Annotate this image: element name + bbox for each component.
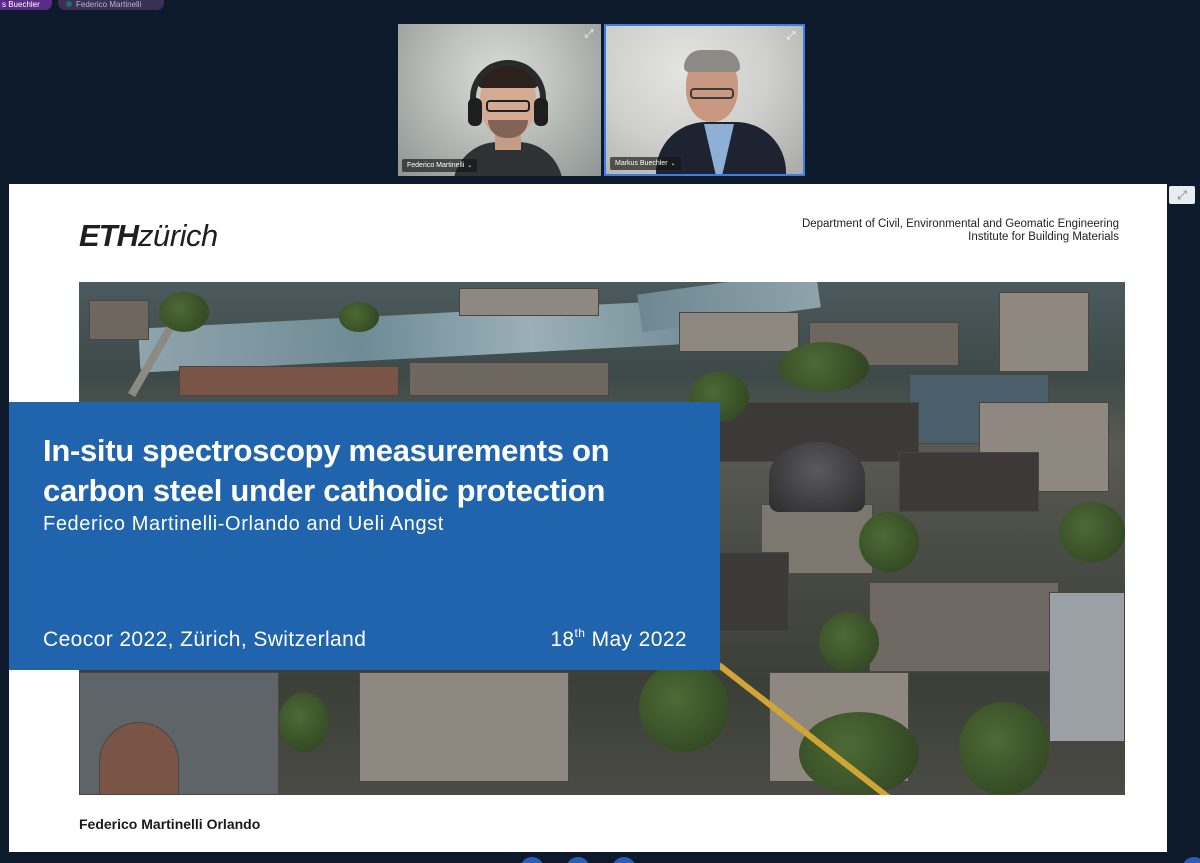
meeting-window: { "speaker_chips": ["s Buechler", "Feder…: [0, 0, 1200, 863]
presentation-date: 18th May 2022: [550, 626, 687, 651]
participant-name: Markus Buechler: [615, 160, 668, 167]
share-button[interactable]: [612, 857, 636, 863]
department-info: Department of Civil, Environmental and G…: [802, 218, 1119, 244]
expand-tile-icon[interactable]: ⤢: [785, 30, 797, 42]
participant-name-tag[interactable]: Markus Buechler ⌄: [610, 157, 681, 170]
expand-screen-share-icon[interactable]: ⤢: [1169, 186, 1195, 204]
camera-button[interactable]: [566, 857, 590, 863]
participant-name-tag[interactable]: Federico Martinelli ⌄: [402, 159, 478, 172]
speaker-status-dot: [66, 1, 72, 7]
video-tile-markus[interactable]: ⤢ Markus Buechler ⌄: [604, 24, 805, 176]
shared-screen-slide: ETHzürich Department of Civil, Environme…: [9, 184, 1167, 852]
speaker-chip-label: s Buechler: [2, 0, 40, 9]
institute-line: Institute for Building Materials: [968, 231, 1119, 243]
slide-footer-name: Federico Martinelli Orlando: [79, 816, 261, 832]
eth-zurich-logo: ETHzürich: [79, 218, 218, 253]
video-tile-federico[interactable]: ⤢ Federico Martinelli ⌄: [398, 24, 601, 176]
presentation-title: In-situ spectroscopy measurements on car…: [43, 433, 610, 508]
participant-name: Federico Martinelli: [407, 162, 465, 169]
title-banner: In-situ spectroscopy measurements on car…: [9, 402, 720, 670]
chevron-down-icon: ⌄: [670, 161, 676, 167]
chevron-down-icon: ⌄: [467, 163, 473, 169]
speaker-chip[interactable]: Federico Martinelli: [58, 0, 164, 10]
microphone-button[interactable]: [520, 857, 544, 863]
main-building-dome: [769, 442, 865, 512]
panel-toggle-button[interactable]: [1182, 857, 1200, 863]
expand-tile-icon[interactable]: ⤢: [583, 28, 595, 40]
speaker-chip-active[interactable]: s Buechler: [0, 0, 52, 10]
department-line: Department of Civil, Environmental and G…: [801, 218, 1119, 230]
presentation-authors: Federico Martinelli-Orlando and Ueli Ang…: [43, 513, 444, 535]
event-info: Ceocor 2022, Zürich, Switzerland: [43, 628, 367, 651]
speaker-chip-label: Federico Martinelli: [76, 0, 142, 9]
